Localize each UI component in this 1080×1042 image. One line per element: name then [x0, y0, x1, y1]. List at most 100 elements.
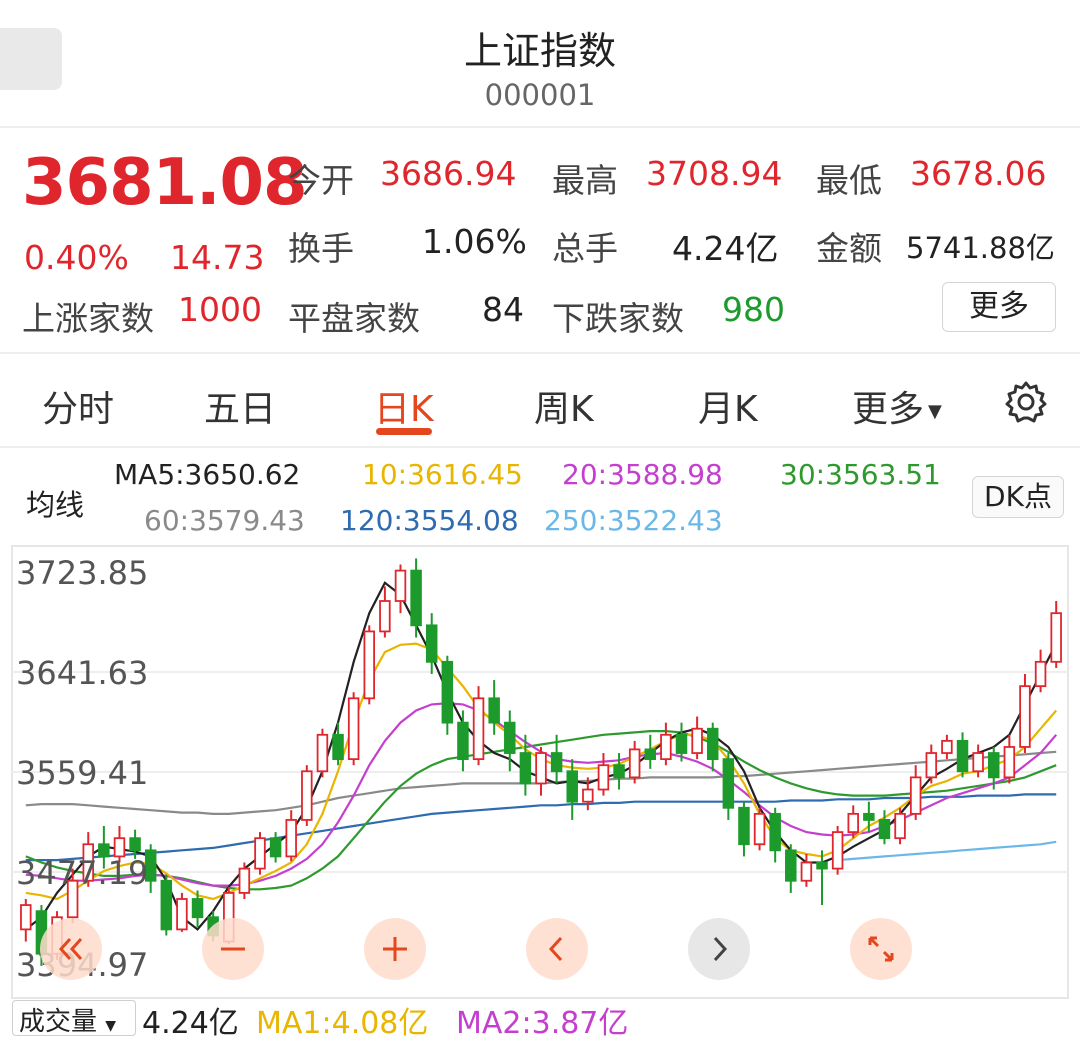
chevron-left-icon	[548, 936, 563, 962]
candle-body	[472, 697, 485, 761]
ma-line-ma250	[837, 840, 1057, 862]
candle	[238, 862, 251, 899]
candle-body	[628, 748, 641, 779]
chevron-right-icon	[713, 936, 728, 962]
ma-legend-title: 均线	[26, 488, 85, 522]
scroll-right-button[interactable]	[688, 918, 750, 980]
up-count: 1000	[178, 290, 262, 329]
volume-indicator-select[interactable]: 成交量 ▼	[12, 1000, 136, 1037]
candle	[628, 740, 641, 784]
candle-body	[660, 733, 672, 761]
candle	[644, 734, 657, 769]
candle-body	[941, 739, 953, 754]
candle	[20, 898, 32, 942]
candle	[816, 850, 828, 906]
candle-body	[457, 721, 469, 761]
scroll-left-fast-button[interactable]	[40, 918, 102, 980]
candle	[597, 753, 610, 796]
flat-count: 84	[482, 290, 524, 329]
candle-body	[285, 819, 297, 858]
candle-body	[582, 788, 594, 803]
divider	[0, 446, 1080, 448]
y-tick-label: 3477.19	[16, 854, 148, 892]
tab-intraday[interactable]: 分时	[42, 380, 114, 432]
candle-body	[394, 569, 407, 602]
candle-body	[988, 752, 1000, 779]
ma5-value: MA5:3650.62	[114, 458, 301, 491]
candle-body	[504, 721, 516, 754]
candle-body	[644, 748, 657, 761]
candle-body	[972, 752, 984, 773]
candle-body	[129, 837, 141, 852]
candle	[301, 765, 313, 827]
candle	[738, 801, 750, 857]
tab-weekly-k[interactable]: 周K	[534, 380, 594, 432]
y-tick-label: 3559.41	[16, 754, 148, 792]
candle-body	[254, 837, 266, 870]
candle-body	[1050, 612, 1062, 663]
divider	[0, 352, 1080, 354]
candle	[1034, 649, 1047, 693]
ma60-value: 60:3579.43	[144, 504, 305, 537]
stock-code: 000001	[484, 78, 596, 112]
scroll-left-button[interactable]	[526, 918, 588, 980]
candle-body	[706, 727, 719, 761]
tab-monthly-k[interactable]: 月K	[698, 380, 758, 432]
change-percent: 0.40%	[24, 238, 129, 277]
candle-body	[238, 867, 251, 894]
volume-label: 总手	[552, 229, 618, 268]
candle-body	[519, 752, 532, 785]
tab-more[interactable]: 更多 ▼	[852, 380, 942, 432]
high-label: 最高	[552, 161, 618, 200]
candle-body	[269, 837, 282, 858]
settings-gear-icon[interactable]	[1004, 380, 1048, 424]
candle-body	[769, 812, 781, 852]
candle	[176, 892, 188, 932]
down-count: 980	[722, 290, 785, 329]
candle	[160, 874, 173, 936]
candle-body	[738, 806, 750, 846]
candle	[1019, 673, 1031, 754]
tab-daily-k[interactable]: 日K	[374, 380, 434, 432]
dk-point-button[interactable]: DK点	[972, 476, 1064, 518]
tab-five-day[interactable]: 五日	[204, 380, 276, 432]
candle-body	[176, 898, 188, 931]
more-button[interactable]: 更多	[942, 282, 1056, 332]
current-price: 3681.08	[22, 146, 307, 220]
candle	[691, 716, 703, 760]
candle	[956, 732, 969, 778]
candle	[706, 722, 719, 772]
volume-ma2: MA2:3.87亿	[456, 1006, 629, 1041]
candle-body	[785, 849, 797, 882]
candle	[769, 807, 781, 863]
page-title: 上证指数	[463, 29, 616, 73]
candle-body	[863, 812, 875, 821]
candle-body	[816, 861, 828, 870]
minus-icon	[221, 947, 245, 951]
candle-body	[909, 776, 922, 815]
candle-body	[550, 752, 563, 773]
candle-body	[925, 752, 938, 779]
candle-body	[332, 733, 344, 761]
expand-icon	[868, 936, 894, 962]
volume-ma1: MA1:4.08亿	[256, 1006, 429, 1041]
divider	[0, 126, 1080, 128]
candle	[831, 826, 844, 875]
fullscreen-button[interactable]	[850, 918, 912, 980]
candle	[394, 564, 407, 614]
candle-body	[847, 812, 859, 833]
candle	[941, 734, 953, 760]
zoom-in-button[interactable]	[364, 918, 426, 980]
candle-body	[488, 697, 500, 724]
volume-value: 4.24亿	[672, 229, 779, 268]
turnover-label: 换手	[288, 229, 354, 268]
candle-body	[613, 764, 625, 779]
candle-body	[301, 770, 313, 821]
candle-body	[722, 758, 735, 809]
candle	[254, 832, 266, 875]
candle-body	[410, 569, 422, 627]
candle	[753, 807, 766, 851]
turnover-value: 1.06%	[422, 222, 527, 261]
amount-label: 金额	[816, 229, 882, 268]
zoom-out-button[interactable]	[202, 918, 264, 980]
